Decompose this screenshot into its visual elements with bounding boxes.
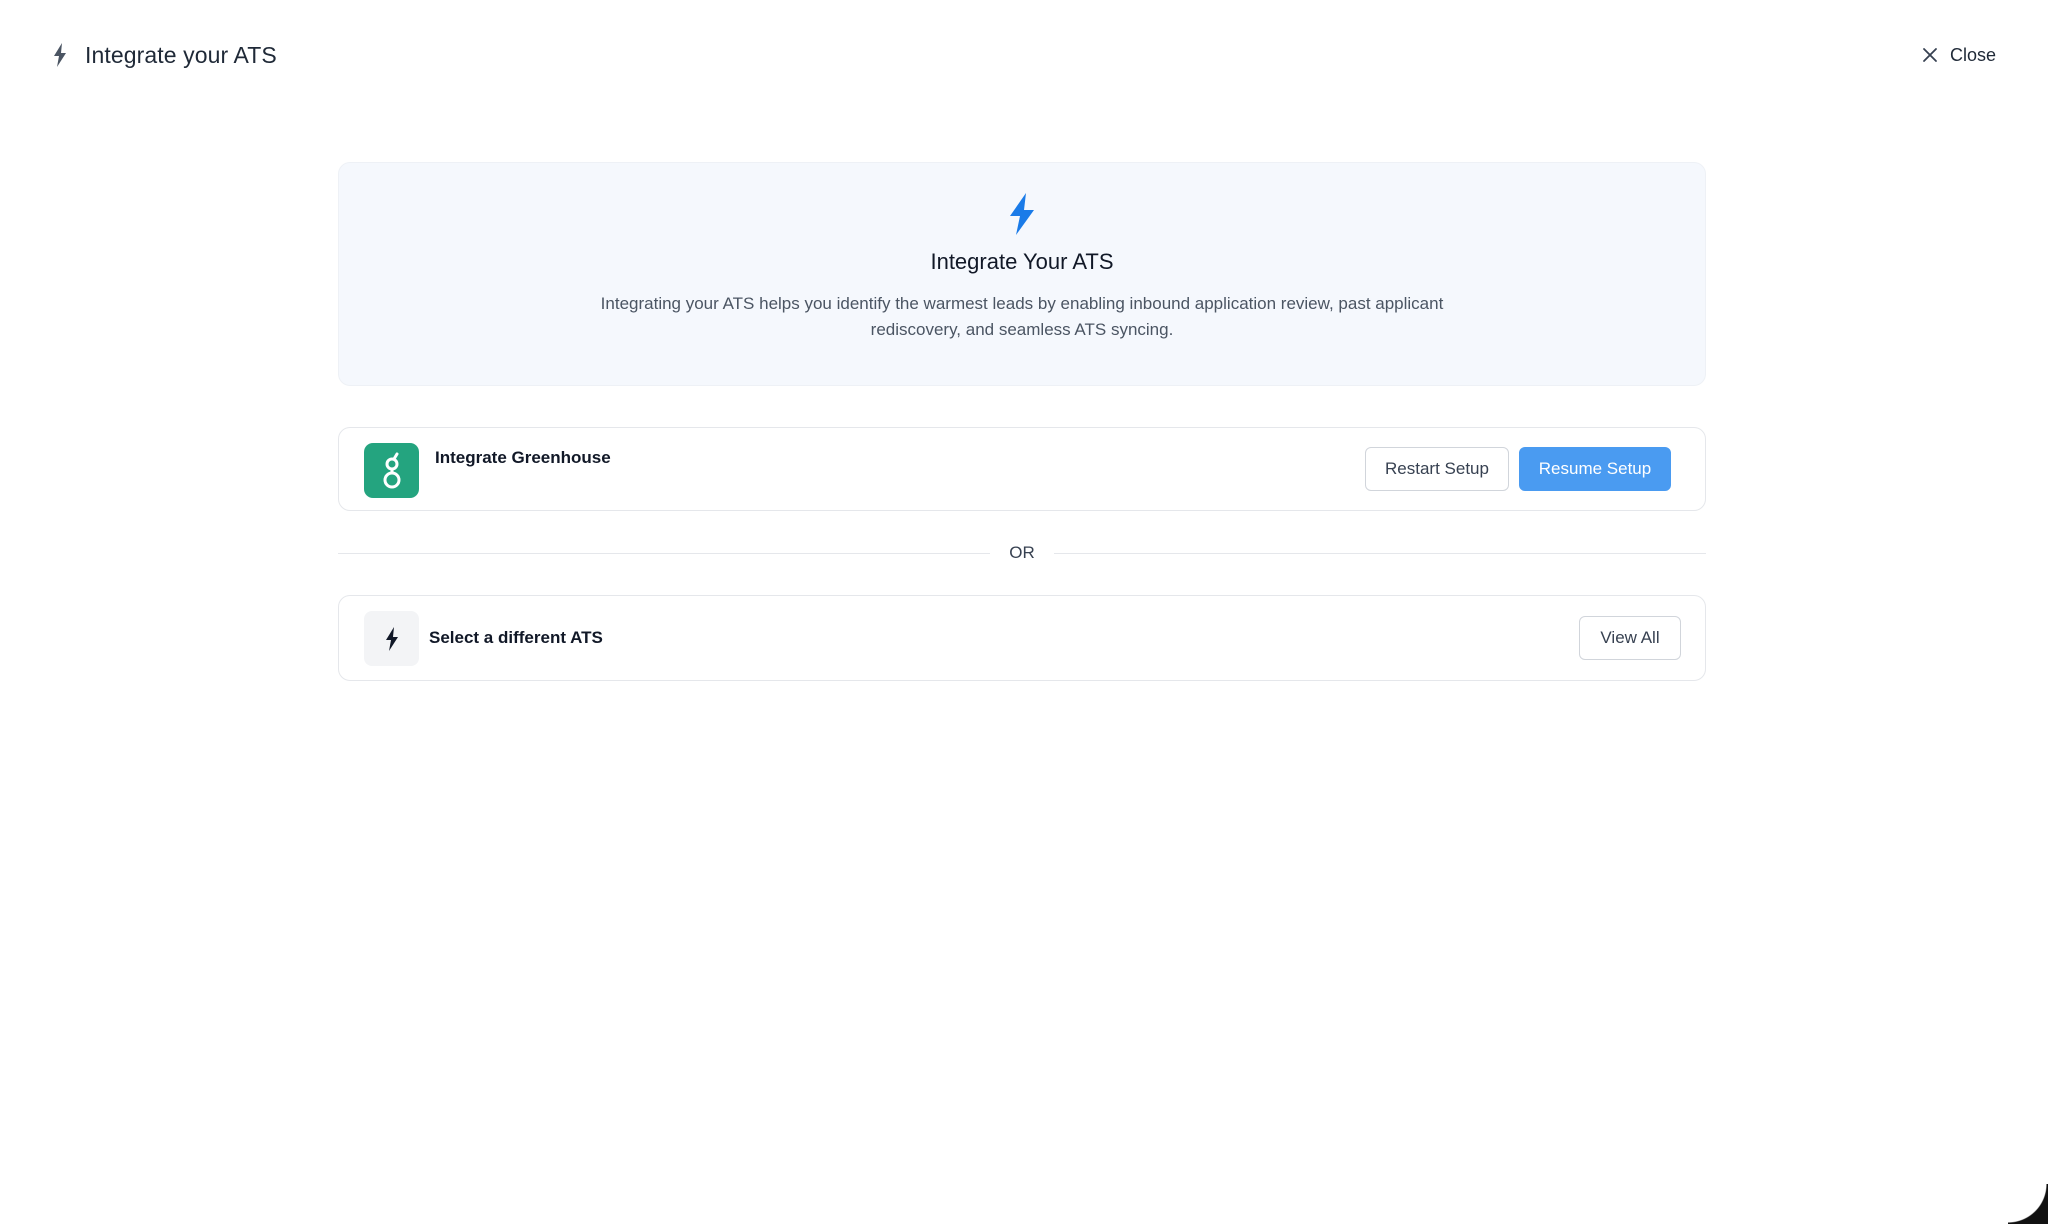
page-title: Integrate your ATS [85,42,277,68]
intro-title: Integrate Your ATS [930,249,1114,274]
other-ats-label: Select a different ATS [429,628,603,647]
divider-line-right [1054,553,1706,554]
view-all-button[interactable]: View All [1579,616,1681,660]
lightning-icon [50,40,70,70]
intro-description: Integrating your ATS helps you identify … [600,294,1444,339]
greenhouse-label: Integrate Greenhouse [435,448,611,467]
greenhouse-logo-icon [364,443,419,498]
close-icon [1920,45,1940,65]
restart-setup-button[interactable]: Restart Setup [1365,447,1509,491]
divider-line-left [338,553,990,554]
other-ats-card: Select a different ATS View All [338,595,1706,681]
or-divider: OR [338,540,1706,566]
greenhouse-integration-card: Integrate Greenhouse Restart Setup Resum… [338,427,1706,511]
resume-setup-button[interactable]: Resume Setup [1519,447,1671,491]
modal-header: Integrate your ATS Close [0,0,2048,110]
window-corner [2008,1184,2048,1224]
close-label: Close [1949,44,1996,65]
close-button[interactable]: Close [1920,38,1996,72]
lightning-icon [1007,193,1037,235]
intro-panel: Integrate Your ATS Integrating your ATS … [338,162,1706,386]
lightning-icon [364,611,419,666]
or-label: OR [1009,543,1035,562]
